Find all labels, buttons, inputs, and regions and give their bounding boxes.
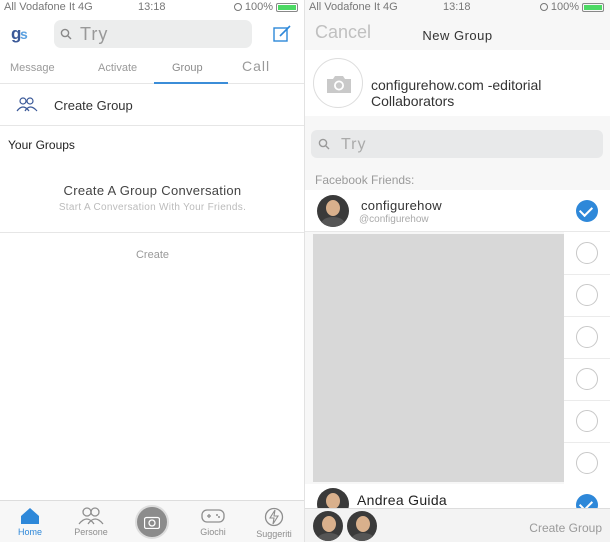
empty-state-subtitle: Start A Conversation With Your Friends. (58, 202, 247, 213)
header: Cancel New Group (305, 16, 610, 54)
rotation-lock-icon (539, 3, 548, 11)
tab-call[interactable]: Call (242, 58, 270, 74)
select-checkbox[interactable] (576, 242, 598, 264)
tab-group[interactable]: Group (172, 62, 203, 74)
group-icon (16, 97, 38, 112)
tab-bar: Message Activate Group Call (0, 54, 304, 84)
avatar[interactable] (347, 511, 377, 541)
battery-percent: 100% (550, 1, 579, 13)
tabbar-home-label: Home (17, 527, 42, 537)
select-checkbox[interactable] (576, 452, 598, 474)
bolt-icon (264, 507, 284, 527)
tabbar-games-label: Giochi (200, 527, 226, 537)
page-title: New Group (422, 28, 493, 43)
avatar (317, 195, 349, 227)
camera-button[interactable] (135, 505, 169, 539)
tabbar-people[interactable]: Persone (61, 501, 121, 537)
checkbox-column (564, 232, 610, 484)
bottom-tab-bar: Home Persone Giochi Suggeriti (0, 500, 304, 542)
rotation-lock-icon (233, 3, 242, 11)
redacted-area (313, 234, 564, 482)
search-input[interactable]: Try (54, 20, 252, 48)
tabbar-games[interactable]: Giochi (183, 501, 243, 537)
battery-icon (582, 2, 604, 12)
right-screen-new-group: All Vodafone It 4G 13:18 100% Cancel New… (305, 0, 610, 542)
tabbar-suggested-label: Suggeriti (256, 529, 292, 539)
selected-friends-bar: Create Group (305, 508, 610, 542)
camera-icon (144, 516, 160, 529)
status-bar: All Vodafone It 4G 13:18 100% (305, 0, 610, 16)
list-item[interactable]: Andrea Guida (305, 484, 610, 508)
avatar (317, 488, 349, 508)
compose-icon[interactable] (272, 24, 292, 44)
group-photo-button[interactable] (313, 58, 363, 108)
list-item[interactable]: configurehow @configurehow (305, 190, 610, 232)
search-input[interactable]: Try (311, 130, 603, 158)
tabbar-people-label: Persone (74, 527, 108, 537)
carrier-label: All Vodafone It 4G (309, 1, 398, 13)
friend-name: Andrea Guida (357, 492, 447, 508)
selected-checkbox[interactable] (576, 494, 598, 508)
tabbar-suggested[interactable]: Suggeriti (244, 501, 304, 539)
section-your-groups: Your Groups (8, 138, 75, 152)
empty-state-title: Create A Group Conversation (63, 183, 242, 198)
search-icon (318, 138, 330, 150)
clock: 13:18 (138, 1, 166, 13)
selected-checkbox[interactable] (576, 200, 598, 222)
gamepad-icon (201, 509, 225, 523)
select-checkbox[interactable] (576, 284, 598, 306)
tabbar-home[interactable]: Home (0, 501, 60, 537)
create-group-label: Create Group (54, 98, 133, 113)
avatar[interactable] (313, 511, 343, 541)
friend-handle: @configurehow (359, 214, 429, 225)
status-bar: All Vodafone It 4G 13:18 100% (0, 0, 304, 16)
select-checkbox[interactable] (576, 326, 598, 348)
friend-name: configurehow (361, 198, 442, 213)
home-icon (21, 508, 39, 524)
camera-icon (327, 76, 351, 93)
app-logo-icon: g s (10, 22, 32, 50)
carrier-label: All Vodafone It 4G (4, 1, 93, 13)
search-placeholder: Try (80, 23, 109, 44)
search-placeholder: Try (341, 136, 367, 153)
create-link[interactable]: Create (0, 249, 304, 261)
battery-percent: 100% (244, 1, 273, 13)
search-icon (60, 28, 72, 40)
left-screen-groups: All Vodafone It 4G 13:18 100% g s Try Me… (0, 0, 305, 542)
group-name-row[interactable]: configurehow.com -editorial Collaborator… (305, 50, 610, 116)
group-name-field[interactable]: configurehow.com -editorial Collaborator… (371, 77, 610, 109)
svg-text:s: s (20, 26, 28, 42)
clock: 13:18 (443, 1, 471, 13)
tab-activate[interactable]: Activate (98, 62, 137, 74)
divider (0, 232, 304, 233)
section-facebook-friends: Facebook Friends: (315, 173, 415, 187)
people-icon (78, 507, 104, 525)
create-group-row[interactable]: Create Group (0, 84, 304, 126)
select-checkbox[interactable] (576, 410, 598, 432)
battery-icon (276, 2, 298, 12)
select-checkbox[interactable] (576, 368, 598, 390)
tab-message[interactable]: Message (10, 62, 55, 74)
create-group-button[interactable]: Create Group (529, 521, 602, 535)
header: g s Try (0, 16, 304, 54)
